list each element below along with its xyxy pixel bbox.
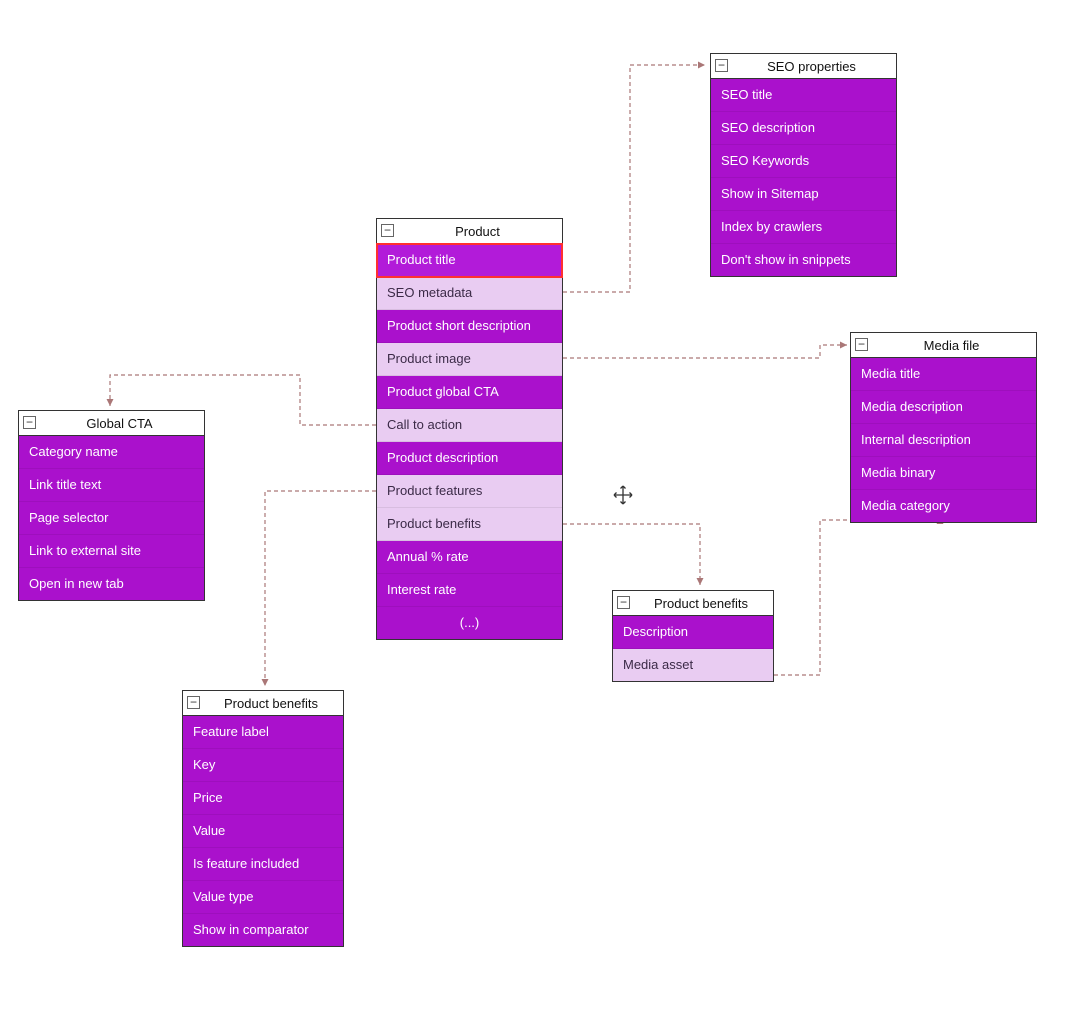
field-product-description[interactable]: Product description <box>377 442 562 475</box>
entity-title: Product <box>455 224 500 239</box>
entity-product-header[interactable]: − Product <box>377 219 562 244</box>
field-product-image[interactable]: Product image <box>377 343 562 376</box>
entity-product-benefits-small[interactable]: − Product benefits Description Media ass… <box>612 590 774 682</box>
minus-icon[interactable]: − <box>23 416 36 429</box>
field-index-by-crawlers[interactable]: Index by crawlers <box>711 211 896 244</box>
field-product-features[interactable]: Product features <box>377 475 562 508</box>
entity-title: Media file <box>924 338 980 353</box>
entity-product-benefits-large[interactable]: − Product benefits Feature label Key Pri… <box>182 690 344 947</box>
field-product-title[interactable]: Product title <box>377 244 562 277</box>
field-media-binary[interactable]: Media binary <box>851 457 1036 490</box>
field-product-benefits[interactable]: Product benefits <box>377 508 562 541</box>
minus-icon[interactable]: − <box>855 338 868 351</box>
field-call-to-action[interactable]: Call to action <box>377 409 562 442</box>
entity-title: Product benefits <box>224 696 318 711</box>
entity-product[interactable]: − Product Product title SEO metadata Pro… <box>376 218 563 640</box>
field-open-new-tab[interactable]: Open in new tab <box>19 568 204 600</box>
field-dont-show-snippets[interactable]: Don't show in snippets <box>711 244 896 276</box>
field-page-selector[interactable]: Page selector <box>19 502 204 535</box>
field-show-in-comparator[interactable]: Show in comparator <box>183 914 343 946</box>
field-link-external-site[interactable]: Link to external site <box>19 535 204 568</box>
entity-media-file[interactable]: − Media file Media title Media descripti… <box>850 332 1037 523</box>
field-description[interactable]: Description <box>613 616 773 649</box>
minus-icon[interactable]: − <box>381 224 394 237</box>
entity-benefits-large-header[interactable]: − Product benefits <box>183 691 343 716</box>
field-annual-rate[interactable]: Annual % rate <box>377 541 562 574</box>
field-seo-keywords[interactable]: SEO Keywords <box>711 145 896 178</box>
field-more[interactable]: (...) <box>377 607 562 639</box>
field-media-asset[interactable]: Media asset <box>613 649 773 681</box>
entity-title: SEO properties <box>767 59 856 74</box>
field-seo-title[interactable]: SEO title <box>711 79 896 112</box>
entity-global-cta-header[interactable]: − Global CTA <box>19 411 204 436</box>
field-value[interactable]: Value <box>183 815 343 848</box>
entity-title: Global CTA <box>86 416 152 431</box>
field-key[interactable]: Key <box>183 749 343 782</box>
move-cursor-icon <box>612 484 634 512</box>
field-feature-label[interactable]: Feature label <box>183 716 343 749</box>
entity-global-cta[interactable]: − Global CTA Category name Link title te… <box>18 410 205 601</box>
field-show-in-sitemap[interactable]: Show in Sitemap <box>711 178 896 211</box>
field-price[interactable]: Price <box>183 782 343 815</box>
field-value-type[interactable]: Value type <box>183 881 343 914</box>
entity-media-header[interactable]: − Media file <box>851 333 1036 358</box>
field-seo-description[interactable]: SEO description <box>711 112 896 145</box>
field-media-title[interactable]: Media title <box>851 358 1036 391</box>
field-media-description[interactable]: Media description <box>851 391 1036 424</box>
minus-icon[interactable]: − <box>617 596 630 609</box>
field-seo-metadata[interactable]: SEO metadata <box>377 277 562 310</box>
field-interest-rate[interactable]: Interest rate <box>377 574 562 607</box>
field-link-title-text[interactable]: Link title text <box>19 469 204 502</box>
field-category-name[interactable]: Category name <box>19 436 204 469</box>
entity-seo-header[interactable]: − SEO properties <box>711 54 896 79</box>
field-product-global-cta[interactable]: Product global CTA <box>377 376 562 409</box>
field-is-feature-included[interactable]: Is feature included <box>183 848 343 881</box>
minus-icon[interactable]: − <box>715 59 728 72</box>
entity-benefits-small-header[interactable]: − Product benefits <box>613 591 773 616</box>
field-media-category[interactable]: Media category <box>851 490 1036 522</box>
minus-icon[interactable]: − <box>187 696 200 709</box>
field-product-short-description[interactable]: Product short description <box>377 310 562 343</box>
entity-title: Product benefits <box>654 596 748 611</box>
field-internal-description[interactable]: Internal description <box>851 424 1036 457</box>
entity-seo-properties[interactable]: − SEO properties SEO title SEO descripti… <box>710 53 897 277</box>
